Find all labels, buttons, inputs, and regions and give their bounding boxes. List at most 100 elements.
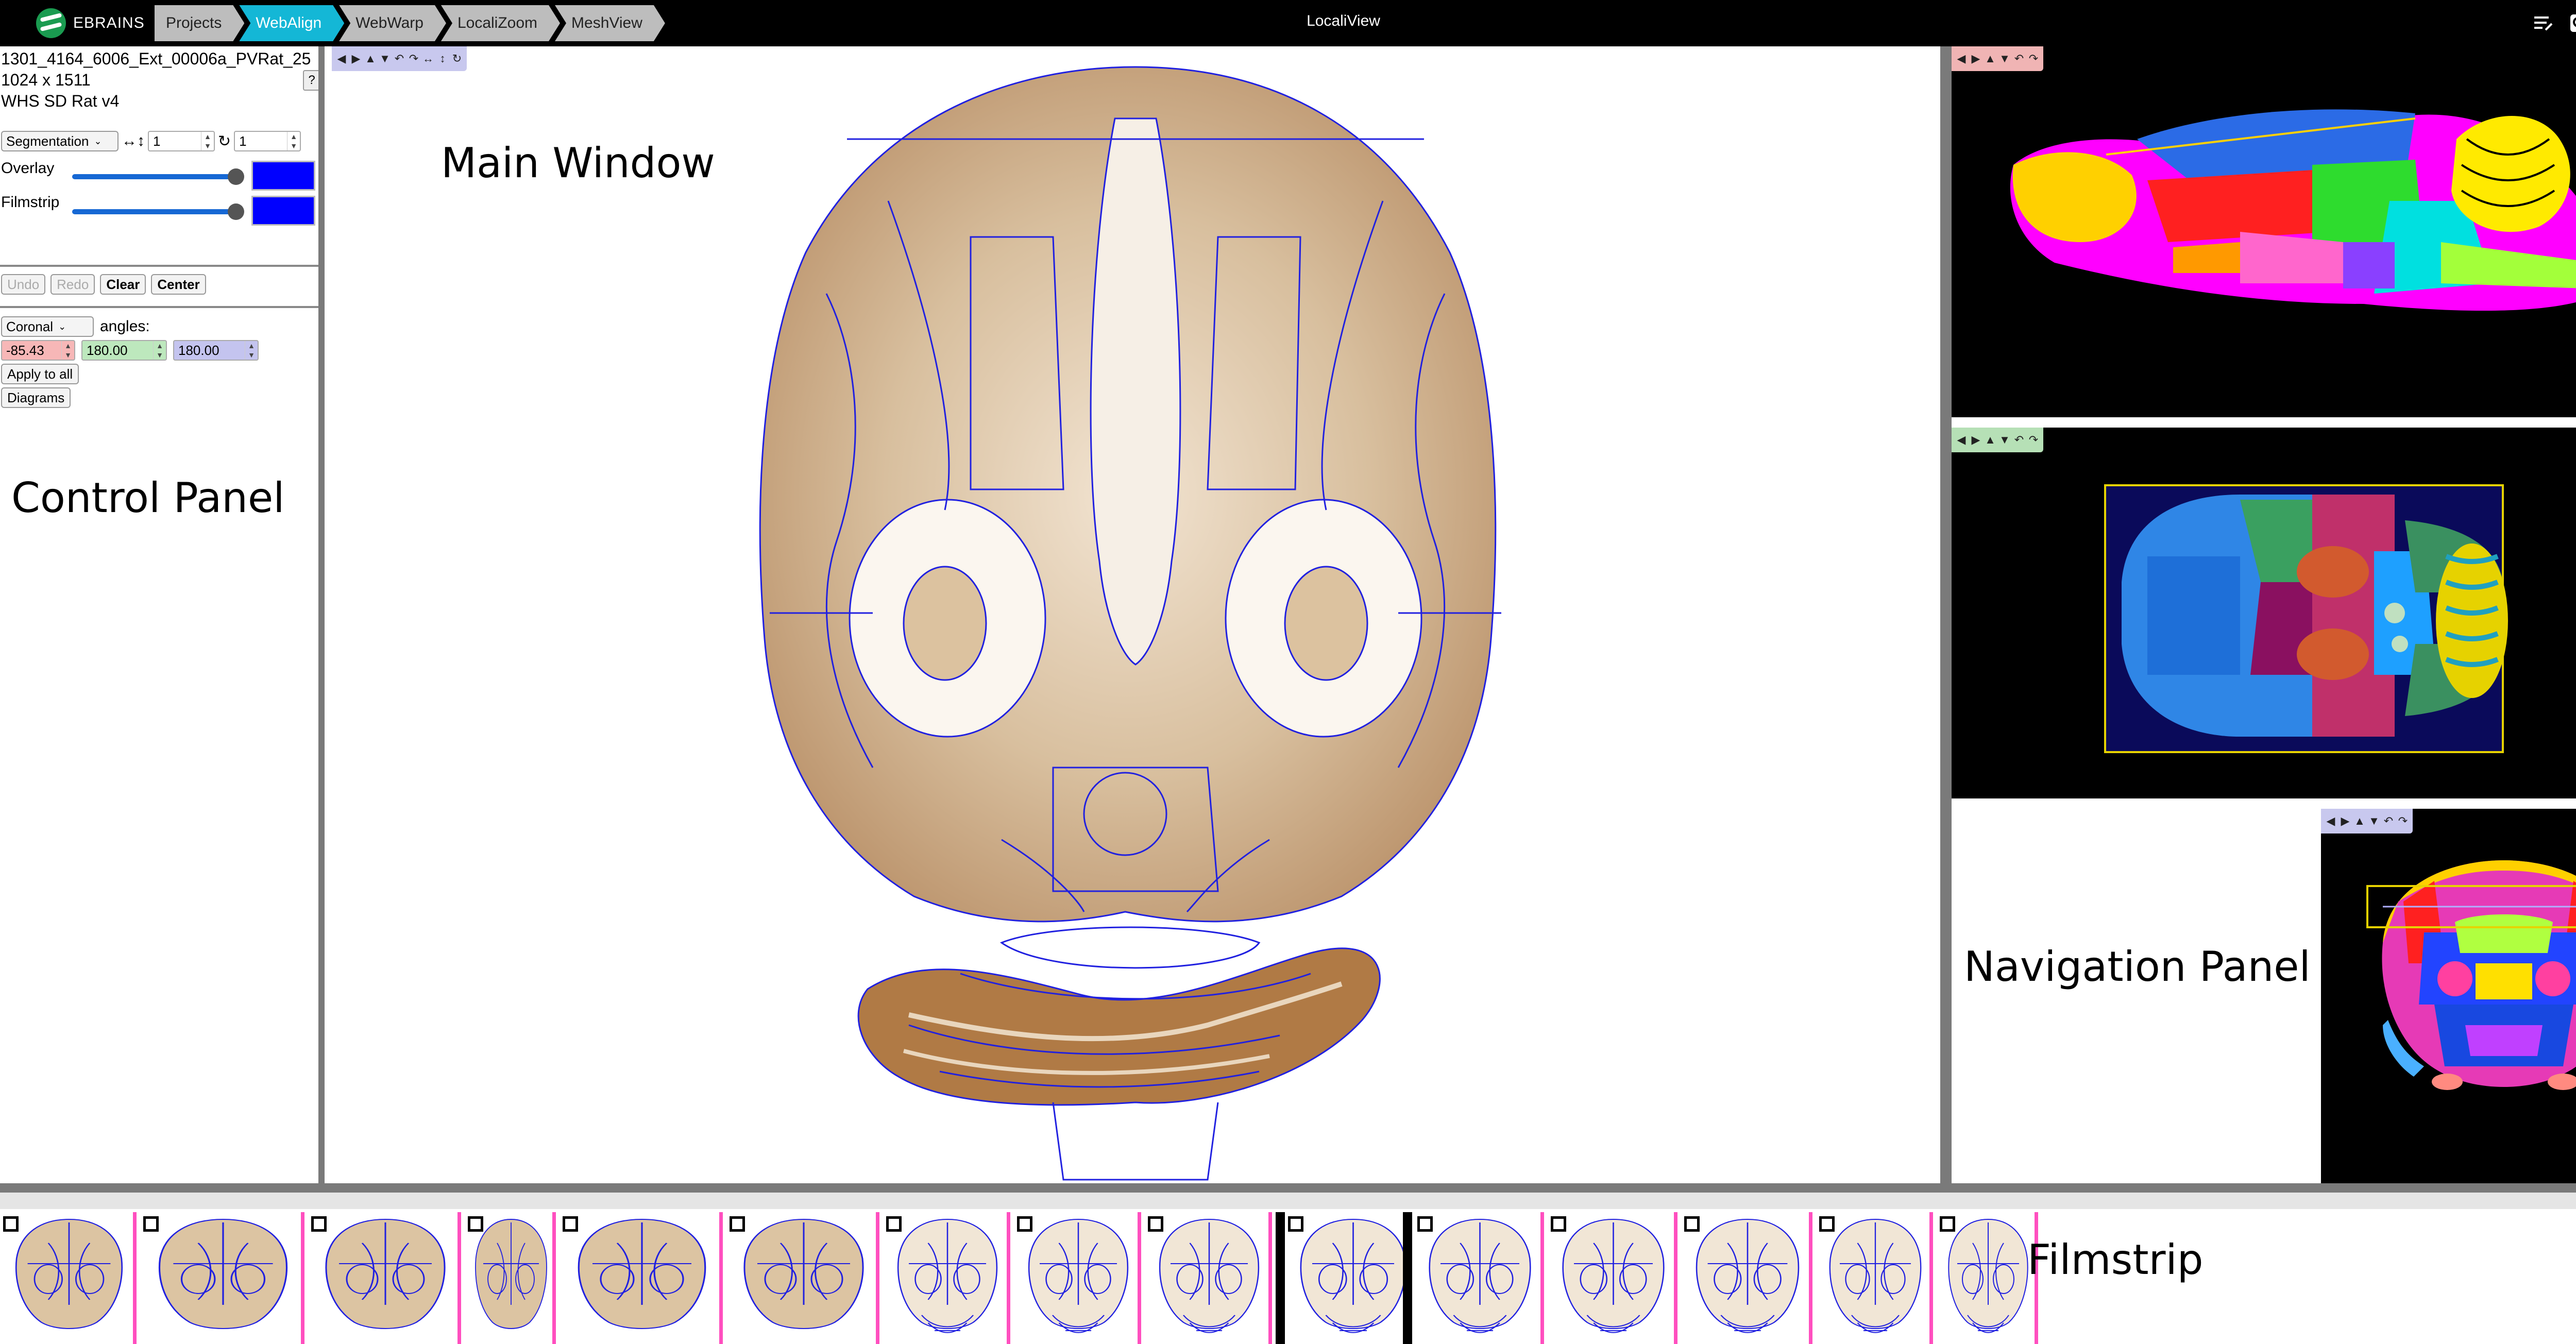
breadcrumb-label: WebWarp xyxy=(355,14,423,31)
rotate-ccw-icon[interactable]: ↶ xyxy=(2012,49,2026,68)
filmstrip-thumbnail[interactable] xyxy=(140,1212,306,1344)
filmstrip-thumbnail[interactable] xyxy=(1816,1212,1935,1344)
thumbnail-checkbox[interactable] xyxy=(143,1216,159,1232)
rotate-ccw-icon[interactable]: ↶ xyxy=(2012,431,2026,449)
search-icon[interactable] xyxy=(2569,13,2576,33)
plane-select[interactable]: Coronal ⌄ xyxy=(1,316,94,337)
breadcrumb-localizoom[interactable]: LocaliZoom xyxy=(441,5,560,41)
thumbnail-checkbox[interactable] xyxy=(1819,1216,1835,1232)
spacing-input[interactable]: 1 ▲ ▼ xyxy=(148,131,215,151)
thumbnail-checkbox[interactable] xyxy=(563,1216,578,1232)
rotate-cw-icon[interactable]: ↷ xyxy=(407,49,420,68)
arrow-left-icon[interactable]: ◀ xyxy=(2324,812,2337,830)
filmstrip-thumbnail[interactable] xyxy=(560,1212,724,1344)
thumbnail-checkbox[interactable] xyxy=(468,1216,483,1232)
filmstrip-thumbnail[interactable] xyxy=(1014,1212,1143,1344)
arrow-right-icon[interactable]: ▶ xyxy=(1969,49,1982,68)
rotate-cw-icon[interactable]: ↷ xyxy=(2027,49,2040,68)
filmstrip-thumbnail[interactable] xyxy=(726,1212,881,1344)
filmstrip-scrollbar[interactable] xyxy=(0,1183,2576,1209)
main-window[interactable]: ◀ ▶ ▲ ▼ ↶ ↷ ↔ ↕ ↻ Main Window xyxy=(332,46,1940,1183)
horizontal-view[interactable]: ◀ ▶ ▲ ▼ ↶ ↷ xyxy=(1952,428,2576,798)
brain-section-viewport[interactable] xyxy=(332,46,1940,1183)
stretch-vertical-icon[interactable]: ↕ xyxy=(436,49,449,68)
thumbnail-checkbox[interactable] xyxy=(1148,1216,1163,1232)
rotate-ccw-icon[interactable]: ↶ xyxy=(393,49,406,68)
thumbnail-checkbox[interactable] xyxy=(1288,1216,1303,1232)
thumbnail-checkbox[interactable] xyxy=(1940,1216,1955,1232)
spacing-value: 1 xyxy=(153,133,161,149)
apply-to-all-button[interactable]: Apply to all xyxy=(1,364,79,384)
rotate-ccw-icon[interactable]: ↶ xyxy=(2382,812,2395,830)
filmstrip-thumbnail[interactable] xyxy=(1548,1212,1679,1344)
filmstrip-thumbnail[interactable] xyxy=(308,1212,463,1344)
angle-input-z[interactable]: 180.00 ▲ ▼ xyxy=(173,340,259,361)
filmstrip-thumbnail[interactable] xyxy=(1414,1212,1546,1344)
spinner-arrows-icon[interactable]: ▲ ▼ xyxy=(201,132,214,150)
spinner-arrows-icon[interactable]: ▲ ▼ xyxy=(287,132,300,150)
coronal-view[interactable]: ◀ ▶ ▲ ▼ ↶ ↷ xyxy=(2321,809,2576,1183)
mode-select[interactable]: Segmentation ⌄ xyxy=(1,131,118,151)
thumbnail-checkbox[interactable] xyxy=(1017,1216,1032,1232)
stretch-horizontal-icon[interactable]: ↔ xyxy=(421,49,435,68)
arrow-left-icon[interactable]: ◀ xyxy=(1955,49,1968,68)
center-button[interactable]: Center xyxy=(151,274,206,295)
filmstrip-thumbnail[interactable] xyxy=(1937,1212,2040,1344)
slider-handle[interactable] xyxy=(228,203,244,220)
spinner-arrows-icon[interactable]: ▲ ▼ xyxy=(61,341,74,360)
spinner-arrows-icon[interactable]: ▲ ▼ xyxy=(245,341,258,360)
arrow-left-icon[interactable]: ◀ xyxy=(1955,431,1968,449)
breadcrumb-meshview[interactable]: MeshView xyxy=(555,5,665,41)
arrow-down-icon[interactable]: ▼ xyxy=(378,49,392,68)
diagrams-button[interactable]: Diagrams xyxy=(1,387,71,408)
overlay-color-swatch[interactable] xyxy=(251,161,315,191)
slider-handle[interactable] xyxy=(228,168,244,185)
filmstrip-color-swatch[interactable] xyxy=(251,196,315,226)
angle-input-y[interactable]: 180.00 ▲ ▼ xyxy=(81,340,167,361)
rotate-cw-icon[interactable]: ↷ xyxy=(2027,431,2040,449)
thumbnail-checkbox[interactable] xyxy=(1417,1216,1433,1232)
filmstrip-slider[interactable] xyxy=(72,203,244,220)
filmstrip-thumbnail[interactable] xyxy=(1681,1212,1814,1344)
arrow-up-icon[interactable]: ▲ xyxy=(2353,812,2366,830)
thumbnail-checkbox[interactable] xyxy=(1551,1216,1566,1232)
thumbnail-checkbox[interactable] xyxy=(311,1216,327,1232)
brand[interactable]: EBRAINS xyxy=(36,8,145,38)
rotate-cw-icon[interactable]: ↷ xyxy=(2396,812,2410,830)
arrow-down-icon[interactable]: ▼ xyxy=(1998,49,2011,68)
filmstrip-thumbnail[interactable] xyxy=(465,1212,557,1344)
arrow-right-icon[interactable]: ▶ xyxy=(349,49,363,68)
breadcrumb-webwarp[interactable]: WebWarp xyxy=(339,5,446,41)
arrow-down-icon[interactable]: ▼ xyxy=(2367,812,2381,830)
spinner-arrows-icon[interactable]: ▲ ▼ xyxy=(153,341,166,360)
clear-button[interactable]: Clear xyxy=(100,274,146,295)
arrow-right-icon[interactable]: ▶ xyxy=(1969,431,1982,449)
overlay-slider[interactable] xyxy=(72,168,244,185)
sagittal-view[interactable]: ◀ ▶ ▲ ▼ ↶ ↷ xyxy=(1952,46,2576,417)
filmstrip-thumbnail[interactable] xyxy=(0,1212,138,1344)
arrow-right-icon[interactable]: ▶ xyxy=(2338,812,2352,830)
filmstrip-thumbnail[interactable] xyxy=(1276,1212,1412,1344)
breadcrumb-projects[interactable]: Projects xyxy=(155,5,244,41)
redo-button[interactable]: Redo xyxy=(50,274,95,295)
breadcrumb-webalign[interactable]: WebAlign xyxy=(239,5,344,41)
thumbnail-checkbox[interactable] xyxy=(730,1216,745,1232)
thumbnail-checkbox[interactable] xyxy=(886,1216,902,1232)
arrow-up-icon[interactable]: ▲ xyxy=(364,49,377,68)
filmstrip-thumbnail[interactable] xyxy=(883,1212,1012,1344)
menu-list-icon[interactable] xyxy=(2533,14,2554,32)
arrow-up-icon[interactable]: ▲ xyxy=(1984,431,1997,449)
filmstrip-thumbnail[interactable] xyxy=(1145,1212,1274,1344)
angle-input-x[interactable]: -85.43 ▲ ▼ xyxy=(1,340,75,361)
rotation-input[interactable]: 1 ▲ ▼ xyxy=(234,131,301,151)
thumbnail-checkbox[interactable] xyxy=(1684,1216,1700,1232)
arrow-down-icon[interactable]: ▼ xyxy=(1998,431,2011,449)
arrow-left-icon[interactable]: ◀ xyxy=(335,49,348,68)
undo-button[interactable]: Undo xyxy=(1,274,46,295)
thumbnail-checkbox[interactable] xyxy=(3,1216,19,1232)
thumbnail-divider xyxy=(301,1212,304,1344)
filmstrip[interactable]: Filmstrip xyxy=(0,1209,2576,1344)
arrow-up-icon[interactable]: ▲ xyxy=(1984,49,1997,68)
reset-icon[interactable]: ↻ xyxy=(450,49,464,68)
help-button[interactable]: ? xyxy=(303,70,320,91)
